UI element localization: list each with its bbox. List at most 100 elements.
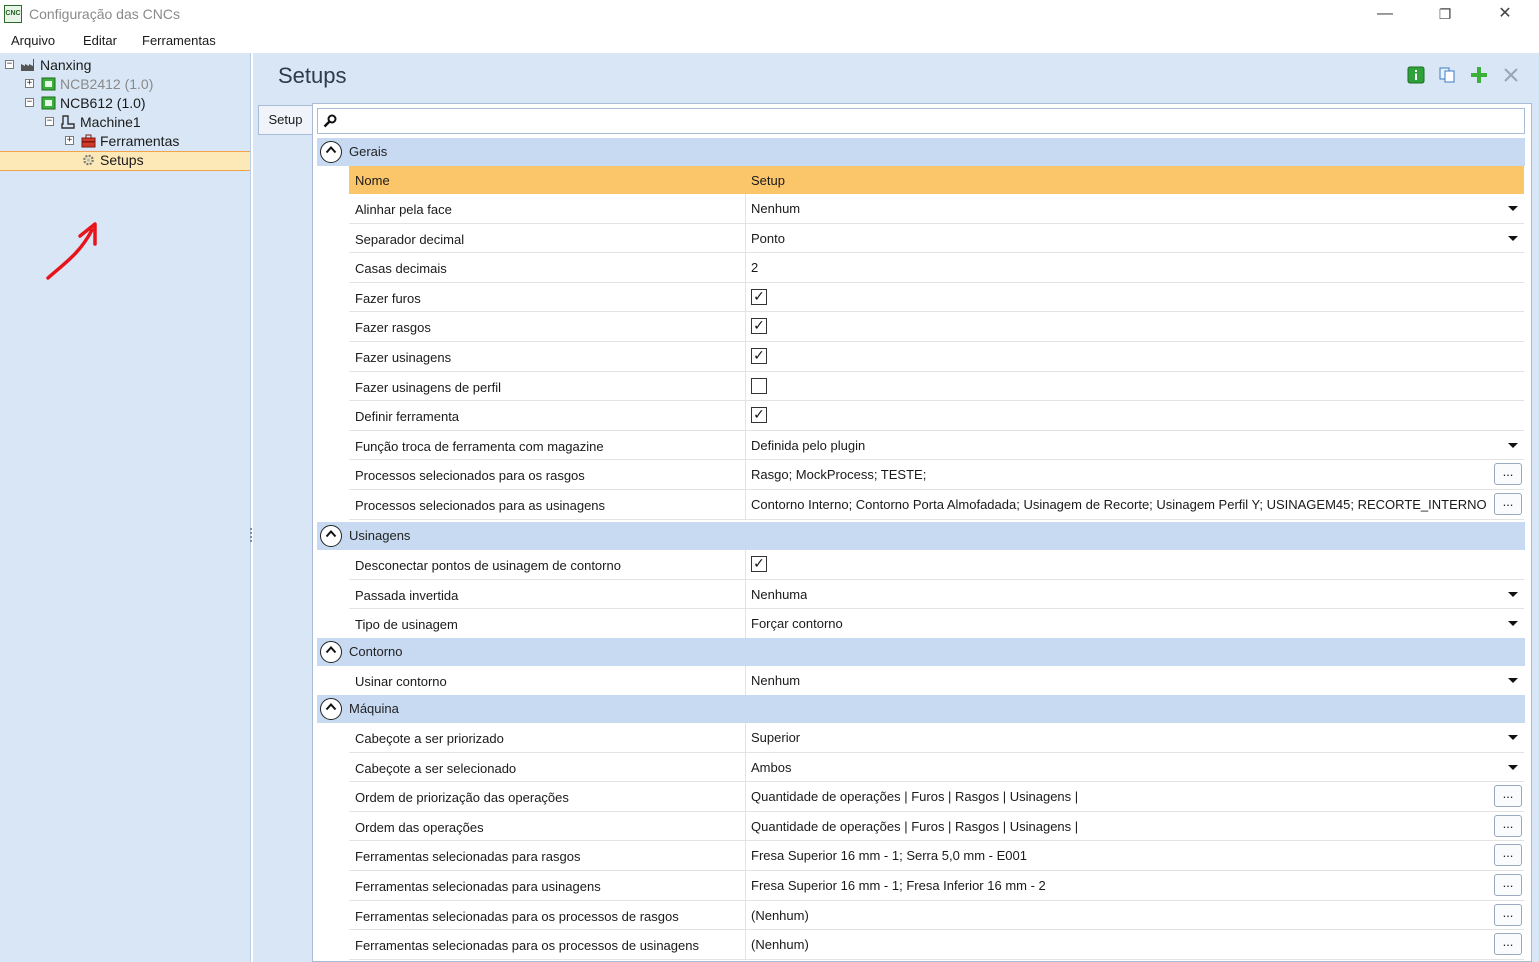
minimize-button[interactable]: — — [1362, 0, 1408, 30]
property-name: Passada invertida — [355, 587, 459, 603]
property-row[interactable]: Ordem das operações Quantidade de operaçõ… — [349, 811, 1524, 842]
close-button[interactable]: ✕ — [1482, 0, 1528, 30]
column-separator — [745, 342, 746, 371]
property-name: Tipo de usinagem — [355, 617, 458, 633]
property-row[interactable]: Fazer usinagens de perfil — [349, 371, 1524, 402]
ellipsis-button[interactable]: ... — [1494, 874, 1522, 896]
property-row[interactable]: Desconectar pontos de usinagem de contor… — [349, 550, 1524, 580]
tree-item-ferramentas[interactable]: + Ferramentas — [0, 132, 250, 151]
dropdown-arrow-icon[interactable] — [1508, 621, 1518, 627]
property-row[interactable]: Alinhar pela face Nenhum — [349, 194, 1524, 224]
checkbox-checked[interactable]: ✓ — [751, 288, 767, 305]
property-row[interactable]: Cabeçote a ser priorizado Superior — [349, 723, 1524, 753]
tree-item-machine1[interactable]: − Machine1 — [0, 113, 250, 132]
property-value: Quantidade de operações | Furos | Rasgos… — [751, 818, 1079, 834]
expand-icon[interactable]: + — [65, 136, 74, 145]
property-value[interactable]: Nenhuma — [751, 587, 807, 602]
property-row[interactable]: Fazer rasgos ✓ — [349, 312, 1524, 342]
checkbox-unchecked[interactable] — [751, 377, 767, 394]
search-input[interactable] — [317, 108, 1525, 134]
collapse-category-icon[interactable] — [320, 698, 342, 720]
column-separator — [745, 723, 746, 752]
property-row[interactable]: Função troca de ferramenta com magazine D… — [349, 430, 1524, 461]
property-name: Casas decimais — [355, 261, 447, 277]
property-row[interactable]: Processos selecionados para os rasgos Ras… — [349, 460, 1524, 490]
menu-bar: Arquivo Editar Ferramentas — [0, 30, 1539, 53]
property-row[interactable]: Fazer furos ✓ — [349, 282, 1524, 313]
property-row[interactable]: Definir ferramenta ✓ — [349, 401, 1524, 431]
property-value[interactable]: Superior — [751, 730, 800, 745]
ellipsis-button[interactable]: ... — [1494, 844, 1522, 867]
checkbox-checked[interactable]: ✓ — [751, 407, 767, 424]
property-row[interactable]: Ferramentas selecionadas para os process… — [349, 930, 1524, 960]
category-row: Máquina — [317, 695, 1525, 723]
property-value[interactable]: Definida pelo plugin — [751, 438, 865, 453]
collapse-category-icon[interactable] — [320, 141, 342, 163]
ellipsis-button[interactable]: ... — [1494, 933, 1522, 956]
ellipsis-button[interactable]: ... — [1494, 814, 1522, 837]
tree-item-ncb2412[interactable]: + NCB2412 (1.0) — [0, 75, 250, 94]
property-row[interactable]: Processos selecionados para as usinagens… — [349, 490, 1524, 520]
checkbox-checked[interactable]: ✓ — [751, 348, 767, 364]
property-row[interactable]: Passada invertida Nenhuma — [349, 579, 1524, 610]
add-icon[interactable] — [1470, 66, 1488, 84]
dropdown-arrow-icon[interactable] — [1508, 442, 1518, 448]
tree-item-setups[interactable]: Setups — [0, 151, 250, 170]
tree-item-ncb612[interactable]: − NCB612 (1.0) — [0, 94, 250, 113]
property-row[interactable]: Separador decimal Ponto — [349, 223, 1524, 254]
property-row[interactable]: Ferramentas selecionadas para rasgos Fres… — [349, 841, 1524, 871]
cnc-app-icon: CNC — [4, 5, 22, 23]
collapse-icon[interactable]: − — [45, 117, 54, 126]
ellipsis-button[interactable]: ... — [1494, 463, 1522, 486]
collapse-icon[interactable]: − — [25, 98, 34, 107]
property-name: Fazer usinagens de perfil — [355, 379, 501, 395]
property-row[interactable]: Tipo de usinagem Forçar contorno — [349, 609, 1524, 639]
dropdown-arrow-icon[interactable] — [1508, 678, 1518, 683]
dropdown-arrow-icon[interactable] — [1508, 591, 1518, 597]
menu-arquivo[interactable]: Arquivo — [11, 33, 55, 48]
property-value[interactable]: Ambos — [751, 760, 791, 775]
restore-button[interactable]: ❐ — [1422, 0, 1468, 30]
column-separator — [745, 841, 746, 870]
property-value[interactable]: Nenhum — [751, 673, 800, 688]
tree-item-nanxing[interactable]: − Nanxing — [0, 56, 250, 75]
info-icon[interactable] — [1407, 66, 1425, 84]
expand-icon[interactable]: + — [25, 79, 34, 88]
ellipsis-button[interactable]: ... — [1494, 903, 1522, 926]
property-row[interactable]: Cabeçote a ser selecionado Ambos — [349, 752, 1524, 783]
ellipsis-button[interactable]: ... — [1494, 785, 1522, 808]
property-grid: Gerais Nome Setup Alinhar pela face Nenhum Se… — [317, 138, 1525, 962]
delete-icon[interactable] — [1502, 66, 1520, 84]
dropdown-arrow-icon[interactable] — [1508, 764, 1518, 770]
checkbox-checked[interactable]: ✓ — [751, 318, 767, 335]
checkbox-checked[interactable]: ✓ — [751, 556, 767, 572]
property-row[interactable]: Casas decimais 2 — [349, 253, 1524, 283]
menu-ferramentas[interactable]: Ferramentas — [142, 33, 216, 48]
property-name: Processos selecionados para as usinagens — [355, 498, 606, 513]
dropdown-arrow-icon[interactable] — [1508, 235, 1518, 241]
property-value[interactable]: Forçar contorno — [751, 616, 843, 631]
copy-icon[interactable] — [1438, 66, 1456, 84]
property-value[interactable]: Ponto — [751, 231, 785, 246]
property-row[interactable]: Ferramentas selecionadas para os process… — [349, 900, 1524, 931]
property-value[interactable]: Nenhum — [751, 201, 800, 216]
property-row[interactable]: Fazer usinagens ✓ — [349, 342, 1524, 372]
dropdown-arrow-icon[interactable] — [1508, 206, 1518, 211]
tab-setup[interactable]: Setup — [258, 105, 312, 135]
property-value[interactable]: 2 — [751, 260, 758, 275]
property-row[interactable]: Ferramentas selecionadas para usinagens F… — [349, 871, 1524, 901]
gear-icon — [83, 154, 94, 166]
factory-icon — [21, 59, 34, 71]
property-row[interactable]: Ordem de priorização das operações Quanti… — [349, 782, 1524, 812]
dropdown-arrow-icon[interactable] — [1508, 735, 1518, 740]
property-name: Ferramentas selecionadas para rasgos — [355, 849, 581, 865]
collapse-category-icon[interactable] — [320, 525, 342, 547]
category-label: Máquina — [349, 701, 399, 716]
collapse-category-icon[interactable] — [320, 641, 342, 663]
ellipsis-button[interactable]: ... — [1494, 493, 1522, 515]
column-separator — [745, 223, 746, 253]
property-row[interactable]: Usinar contorno Nenhum — [349, 666, 1524, 696]
collapse-icon[interactable]: − — [5, 60, 14, 69]
page-title: Setups — [278, 63, 347, 88]
menu-editar[interactable]: Editar — [83, 33, 117, 48]
